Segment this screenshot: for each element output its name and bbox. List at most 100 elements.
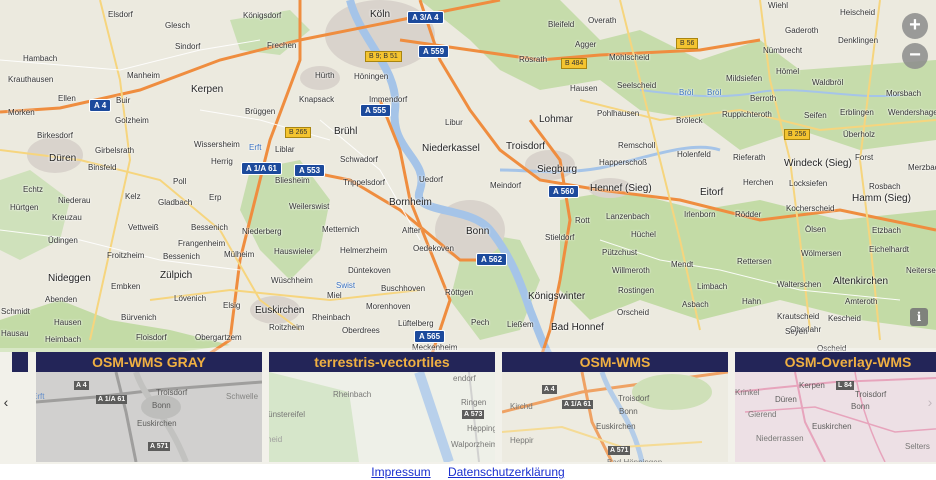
motorway-shield: A 1/A 61 xyxy=(241,162,282,175)
place-label: Schwadorf xyxy=(340,155,378,164)
place-label: Lohmar xyxy=(539,114,573,125)
impressum-link[interactable]: Impressum xyxy=(371,465,430,479)
place-label: Echtz xyxy=(23,185,44,194)
place-label: Birkesdorf xyxy=(37,131,74,140)
place-label: Niederkassel xyxy=(422,143,480,154)
map-canvas[interactable]: Köln Elsdorf Glesch Königsdorf Bleifeld Overa… xyxy=(0,0,936,464)
footer: Impressum Datenschutzerklärung xyxy=(0,464,936,480)
thumbnail-road-shield: L 84 xyxy=(836,381,854,390)
place-label: Bad Honnef xyxy=(551,322,604,333)
place-label: Rödder xyxy=(735,210,762,219)
place-label: Schmidt xyxy=(1,307,30,316)
thumbnail-place-label: Euskirchen xyxy=(137,419,177,428)
place-label: Hauswieler xyxy=(274,247,314,256)
place-label: Oedekoven xyxy=(413,244,454,253)
thumbnail-place-label: Bonn xyxy=(619,407,638,416)
place-label: Happerschoß xyxy=(599,158,648,167)
place-label: Obergartzem xyxy=(195,333,242,342)
place-label: Ruppichteroth xyxy=(722,110,772,119)
place-label: Holenfeld xyxy=(677,150,711,159)
place-label: Wissersheim xyxy=(194,140,240,149)
place-label: Altenkirchen xyxy=(833,276,889,287)
place-label: Orscheid xyxy=(617,308,650,317)
prev-layers-arrow[interactable]: ‹ xyxy=(0,394,12,410)
thumbnail-place-label: Bad Hönningen xyxy=(607,458,662,462)
layer-option-terrestris-vectortiles[interactable]: terrestris-vectortiles Bad Münstereifel E… xyxy=(269,352,495,462)
place-label: Rostingen xyxy=(618,286,655,295)
place-label: Pützchust xyxy=(602,248,638,257)
place-label: Sindorf xyxy=(175,42,201,51)
place-label: Mohlscheid xyxy=(609,53,650,62)
place-label: Rott xyxy=(575,216,590,225)
place-label: Denklingen xyxy=(838,36,879,45)
place-label: Meindorf xyxy=(490,181,522,190)
motorway-shield: A 562 xyxy=(476,253,508,266)
place-label: Hürtgen xyxy=(10,203,39,212)
place-label: Euskirchen xyxy=(255,305,305,316)
info-button[interactable]: i xyxy=(910,308,928,326)
place-label: Eitorf xyxy=(700,187,724,198)
place-label: Üdingen xyxy=(48,236,78,245)
place-label: Lövenich xyxy=(174,294,207,303)
place-label: Embken xyxy=(111,282,141,291)
place-label: Frangenheim xyxy=(178,239,226,248)
place-label: Uedorf xyxy=(419,175,444,184)
place-label: Herchen xyxy=(743,178,774,187)
place-label: Brühl xyxy=(334,126,358,137)
place-label: Lanzenbach xyxy=(606,212,650,221)
motorway-shield: A 559 xyxy=(418,45,450,58)
place-label: Abenden xyxy=(45,295,78,304)
place-label: Zülpich xyxy=(160,270,193,281)
thumbnail-place-label: Troisdorf xyxy=(156,388,188,397)
motorway-shield: A 555 xyxy=(360,104,392,117)
place-label: Hüchel xyxy=(631,230,656,239)
place-label: Hennef (Sieg) xyxy=(590,183,652,194)
layer-title: OSM-WMS GRAY xyxy=(36,352,262,372)
place-label: Wendershagen xyxy=(888,108,936,117)
place-label: Bliesheim xyxy=(275,176,310,185)
layer-option-osm-overlay-wms[interactable]: OSM-Overlay-WMS Kerpen Troisdorf Düren Bonn… xyxy=(735,352,936,462)
layer-thumbnail[interactable]: Bad Münstereifel Eichesheid Rheinbach Ringe… xyxy=(269,372,495,462)
place-label: Rettersen xyxy=(737,257,772,266)
thumbnail-place-label: Kirchd xyxy=(510,402,533,411)
thumbnail-place-label: Heppir xyxy=(510,436,534,445)
layer-option-osm-wms[interactable]: OSM-WMS Troisdorf Bonn Euskirchen Kirchd Hep… xyxy=(502,352,728,462)
place-label: Düntekoven xyxy=(348,266,391,275)
layer-thumbnail[interactable]: Troisdorf Bonn Erft Euskirchen Schwelle A 4 A … xyxy=(36,372,262,462)
layer-title: terrestris-vectortiles xyxy=(269,352,495,372)
place-label: Helmerzheim xyxy=(340,246,388,255)
place-label: Alfter xyxy=(402,226,421,235)
place-label: Waldbröl xyxy=(812,78,844,87)
thumbnail-place-label: Eichesheid xyxy=(269,435,283,444)
place-label: Ölsen xyxy=(805,225,826,234)
thumbnail-road-shield: A 1/A 61 xyxy=(96,395,128,404)
place-label: Gladbach xyxy=(158,198,193,207)
place-label: Knapsack xyxy=(299,95,335,104)
thumbnail-place-label: Krinkel xyxy=(735,388,760,397)
layer-thumbnail[interactable]: Troisdorf Bonn Euskirchen Kirchd Heppir Bad H… xyxy=(502,372,728,462)
place-label: Herrig xyxy=(211,157,233,166)
datenschutz-link[interactable]: Datenschutzerklärung xyxy=(448,465,565,479)
thumbnail-place-label: Kerpen xyxy=(799,381,825,390)
place-label: Stieldorf xyxy=(545,233,575,242)
place-label: Bröleck xyxy=(676,116,703,125)
thumbnail-road-shield: A 573 xyxy=(462,410,485,419)
motorway-shield: A 560 xyxy=(548,185,580,198)
motorway-shield: A 4 xyxy=(89,99,112,112)
place-label: Röttgen xyxy=(445,288,474,297)
place-label: Locksiefen xyxy=(789,179,828,188)
place-label: Rheinbach xyxy=(312,313,351,322)
place-label: Girbelsrath xyxy=(95,146,135,155)
thumbnail-place-label: Bad Münstereifel xyxy=(269,410,306,419)
place-label: Overath xyxy=(588,16,617,25)
layer-option-osm-wms-gray[interactable]: OSM-WMS GRAY Troisdorf Bonn Erft Euskirchen… xyxy=(36,352,262,462)
place-label: Bröl xyxy=(679,88,694,97)
layer-thumbnail[interactable]: Kerpen Troisdorf Düren Bonn Euskirchen Gieren… xyxy=(735,372,936,462)
place-label: Bornheim xyxy=(389,197,432,208)
zoom-in-button[interactable]: + xyxy=(902,13,928,39)
place-label: Bonn xyxy=(466,226,490,237)
zoom-out-button[interactable]: − xyxy=(902,43,928,69)
place-label: Morenhoven xyxy=(366,302,411,311)
place-label: Königswinter xyxy=(528,291,586,302)
place-label: Niederau xyxy=(58,196,91,205)
